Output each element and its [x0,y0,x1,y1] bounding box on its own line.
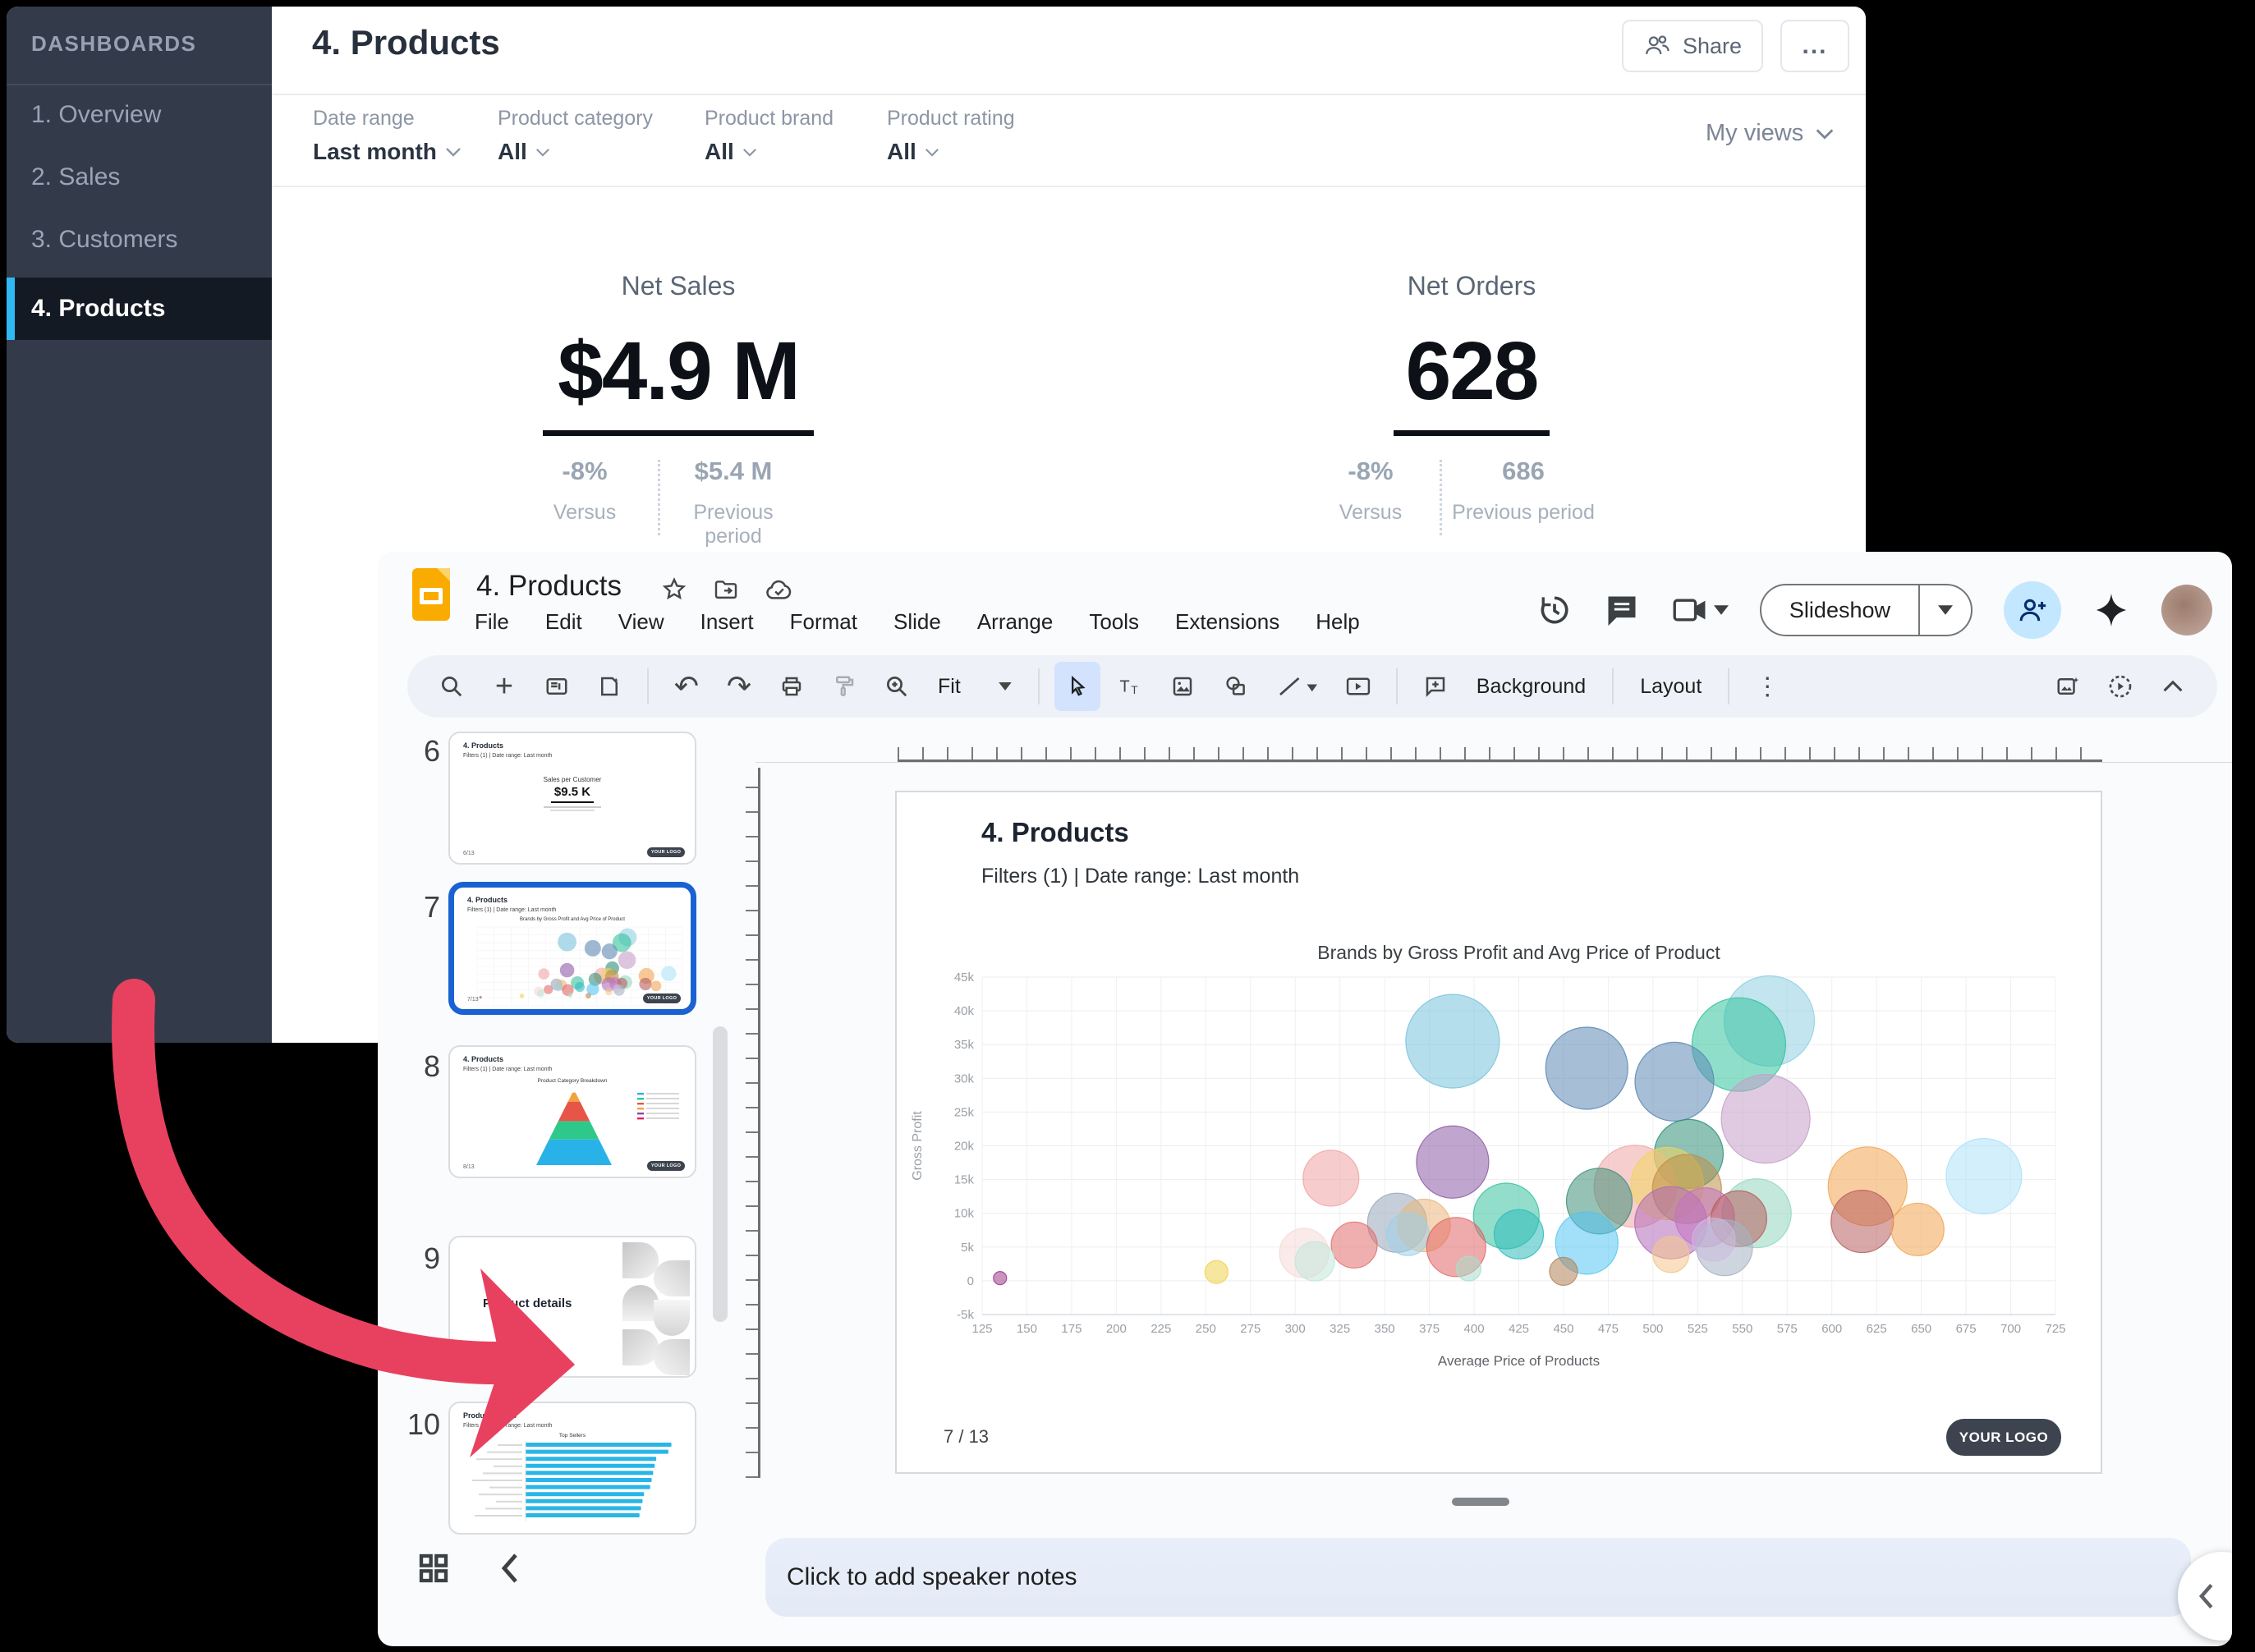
red-annotation-arrow [0,0,2255,1652]
screenshot-stage: DASHBOARDS 1. Overview 2. Sales 3. Custo… [0,0,2255,1652]
